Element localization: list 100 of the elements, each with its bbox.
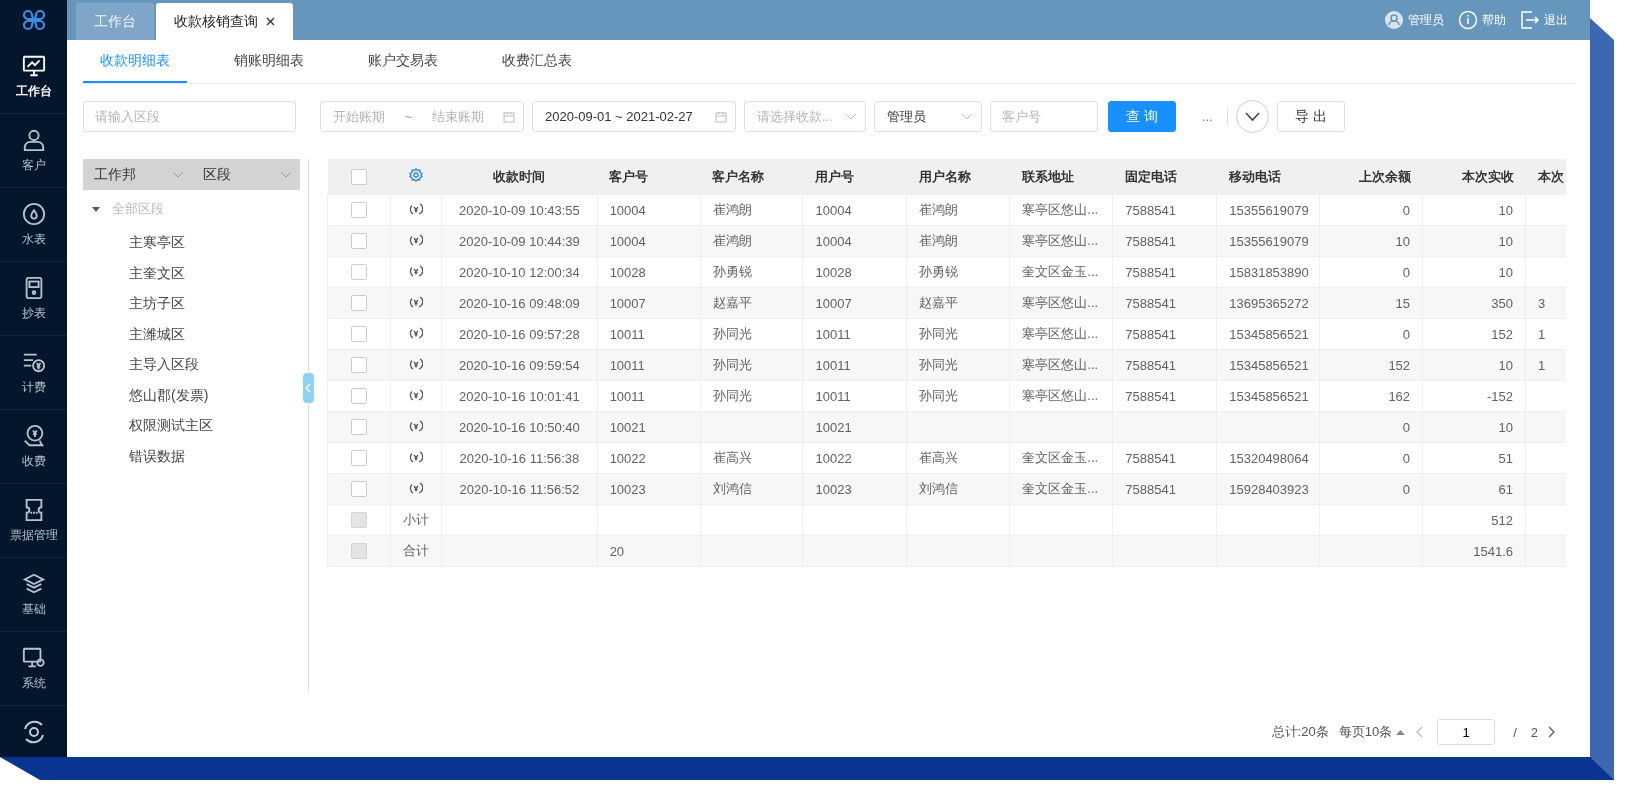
row-checkbox[interactable]	[350, 357, 367, 374]
table-cell: 10028	[815, 264, 852, 280]
close-icon[interactable]	[266, 17, 275, 26]
chevron-down-icon	[171, 170, 184, 179]
payment-cycle-icon[interactable]	[409, 232, 423, 247]
calendar-icon	[503, 110, 515, 123]
monitor-gear-icon	[21, 645, 46, 670]
table-cell: 10004	[609, 202, 646, 218]
row-checkbox[interactable]	[350, 326, 367, 343]
table-cell: 10021	[609, 419, 646, 435]
table-cell: 10022	[815, 450, 852, 466]
page-size-select[interactable]: 每页10条	[1338, 723, 1406, 741]
table-cell: 10023	[609, 481, 646, 497]
table-cell: 10028	[609, 264, 646, 280]
report-tab[interactable]: 销账明细表	[217, 40, 321, 83]
table-cell: 0	[1402, 481, 1411, 497]
row-checkbox[interactable]	[350, 481, 367, 498]
report-tab[interactable]: 收费汇总表	[485, 40, 589, 83]
group-select[interactable]: 区段	[191, 159, 300, 190]
column-header: 上次余额	[1319, 159, 1423, 195]
select-all-checkbox[interactable]	[350, 168, 367, 185]
export-button[interactable]: 导 出	[1276, 101, 1345, 132]
table-cell: 奎文区金玉...	[1022, 450, 1099, 465]
group-select[interactable]: 工作邦	[83, 159, 192, 190]
payment-cycle-icon[interactable]	[409, 201, 423, 216]
table-cell: 2020-10-10 12:00:34	[459, 264, 580, 280]
row-checkbox[interactable]	[350, 202, 367, 219]
table-cell: 崔高兴	[919, 450, 959, 465]
table-cell: 0	[1402, 202, 1411, 218]
table-cell: 152	[1491, 326, 1513, 342]
row-checkbox[interactable]	[350, 264, 367, 281]
table-cell: 51	[1498, 450, 1513, 466]
payment-cycle-icon[interactable]	[409, 263, 423, 278]
table-cell: 2020-10-16 09:48:09	[459, 295, 580, 311]
table-cell: 350	[1491, 295, 1513, 311]
date-range-field[interactable]: 2020-09-01 ~ 2021-02-27	[532, 101, 736, 132]
page-separator: /	[1513, 724, 1517, 740]
next-page-icon[interactable]	[1548, 726, 1556, 738]
expand-icon[interactable]	[1235, 100, 1269, 133]
layers-icon	[21, 571, 46, 596]
table-cell: 15	[1395, 295, 1411, 311]
row-checkbox[interactable]	[350, 419, 367, 436]
table-cell: 13695365272	[1229, 295, 1309, 311]
table-cell: 刘鸿信	[919, 481, 959, 496]
collapse-handle[interactable]	[303, 373, 314, 403]
operator-select[interactable]: 管理员	[874, 101, 982, 132]
payment-cycle-icon[interactable]	[409, 449, 423, 464]
table-cell: 7588541	[1125, 202, 1176, 218]
table-cell: 7588541	[1125, 295, 1176, 311]
user-icon	[1384, 10, 1404, 30]
info-icon	[1458, 10, 1478, 30]
table-cell: 2020-10-16 09:59:54	[459, 357, 580, 373]
page-input[interactable]: 1	[1437, 719, 1496, 745]
column-header: 固定电话	[1112, 159, 1217, 195]
payment-cycle-icon[interactable]	[409, 480, 423, 495]
payment-cycle-icon[interactable]	[409, 325, 423, 340]
payment-cycle-icon[interactable]	[409, 294, 423, 309]
row-checkbox[interactable]	[350, 388, 367, 405]
table-cell: 0	[1402, 419, 1411, 435]
table-cell: 10023	[815, 481, 852, 497]
region-field[interactable]: 请输入区段	[83, 101, 296, 132]
gauge-icon	[21, 201, 46, 226]
table-cell: 刘鸿信	[712, 481, 752, 496]
table-cell: 0	[1402, 326, 1411, 342]
table-cell: 2020-10-09 10:44:39	[459, 233, 580, 249]
summary-label: 合计	[403, 543, 429, 558]
more-button[interactable]: ...	[1195, 108, 1219, 125]
table-cell: 10011	[609, 326, 645, 342]
table-cell: 10	[1498, 419, 1513, 435]
previous-page-icon[interactable]	[1415, 726, 1424, 738]
table-cell: 崔鸿朗	[712, 202, 752, 217]
table-cell: 寒亭区悠山...	[1022, 233, 1099, 248]
row-checkbox[interactable]	[350, 450, 367, 467]
table-cell: 1	[1538, 357, 1546, 373]
column-header: 客户号	[597, 159, 701, 195]
page-tab[interactable]: 收款核销查询	[156, 3, 293, 40]
table-cell: 15345856521	[1229, 326, 1309, 342]
table-cell: 奎文区金玉...	[1022, 481, 1099, 496]
table-cell: 10	[1498, 357, 1513, 373]
column-header: 联系地址	[1009, 159, 1113, 195]
table-cell: 孙同光	[919, 388, 959, 403]
payment-cycle-icon[interactable]	[409, 387, 423, 402]
table-cell: 7588541	[1125, 233, 1176, 249]
payment-cycle-icon[interactable]	[409, 356, 423, 371]
table-cell: 10007	[609, 295, 646, 311]
table-cell: 寒亭区悠山...	[1022, 326, 1099, 341]
row-checkbox[interactable]	[350, 233, 367, 250]
page-count: 2	[1530, 724, 1538, 740]
row-checkbox[interactable]	[350, 295, 367, 312]
table-cell: 10004	[609, 233, 646, 249]
report-tab[interactable]: 账户交易表	[351, 40, 455, 83]
table-cell: 奎文区金玉...	[1022, 264, 1099, 279]
table-cell: 15320498064	[1229, 450, 1309, 466]
logout-icon	[1520, 10, 1540, 30]
table-cell: 3	[1538, 295, 1546, 311]
customer-field[interactable]: 客户号	[990, 101, 1098, 132]
table-cell: 孙同光	[919, 357, 959, 372]
payment-cycle-icon[interactable]	[409, 418, 423, 433]
table-cell: 10011	[815, 388, 851, 404]
table-cell: 10004	[815, 233, 852, 249]
